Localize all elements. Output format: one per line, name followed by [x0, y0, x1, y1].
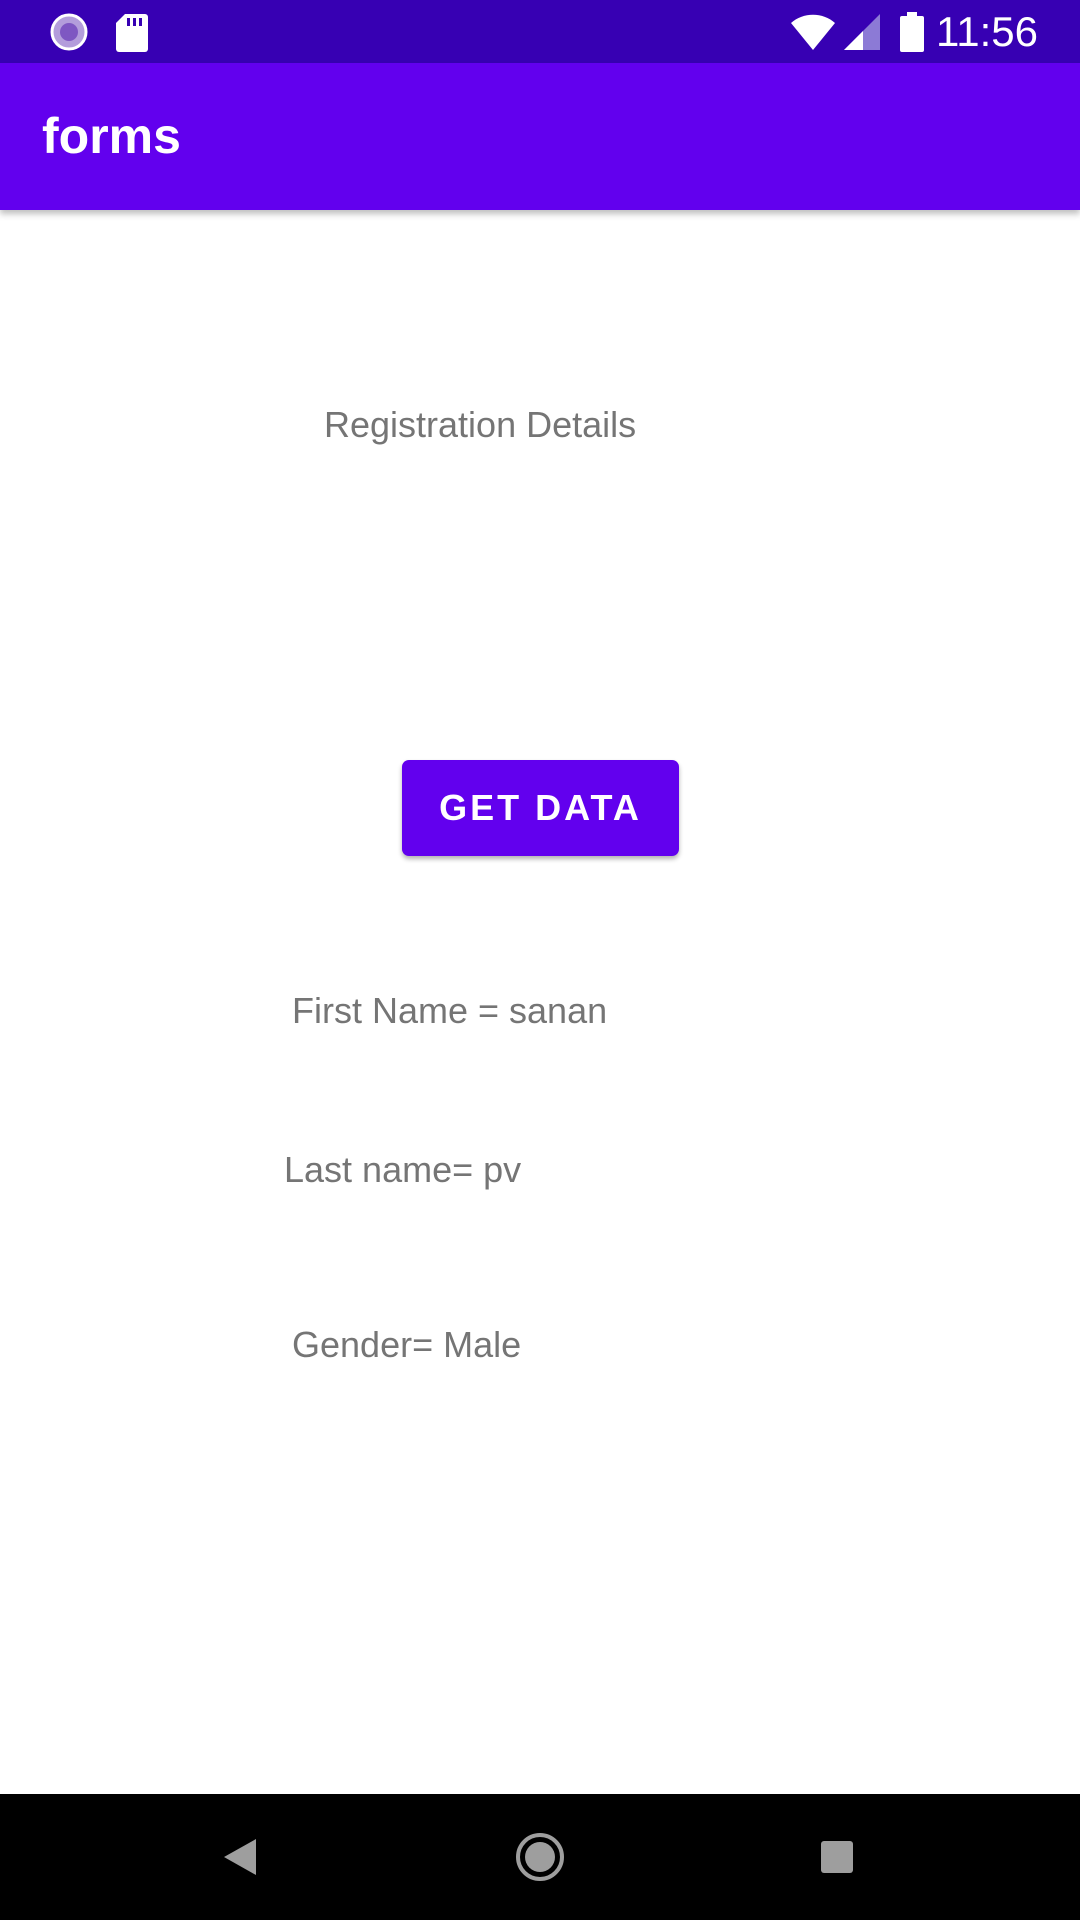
- gender-text: Gender= Male: [292, 1324, 522, 1365]
- navigation-bar: [0, 1794, 1080, 1920]
- status-time: 11:56: [936, 8, 1038, 55]
- get-data-button[interactable]: GET DATA: [402, 760, 679, 856]
- home-icon[interactable]: [480, 1794, 600, 1920]
- last-name-text: Last name= pv: [284, 1149, 522, 1190]
- battery-icon: [898, 0, 926, 63]
- recents-icon[interactable]: [777, 1794, 897, 1920]
- first-name-text: First Name = sanan: [292, 990, 608, 1031]
- signal-icon: [842, 0, 882, 63]
- main-content: Registration Details GET DATA First Name…: [0, 210, 1080, 1794]
- back-icon[interactable]: [180, 1794, 300, 1920]
- app-title: forms: [42, 108, 181, 164]
- app-bar: forms: [0, 63, 1080, 210]
- status-bar: 11:56: [0, 0, 1080, 63]
- wifi-icon: [790, 0, 836, 63]
- registration-heading: Registration Details: [324, 404, 637, 445]
- sync-icon: [44, 0, 94, 63]
- sd-card-icon: [112, 0, 152, 63]
